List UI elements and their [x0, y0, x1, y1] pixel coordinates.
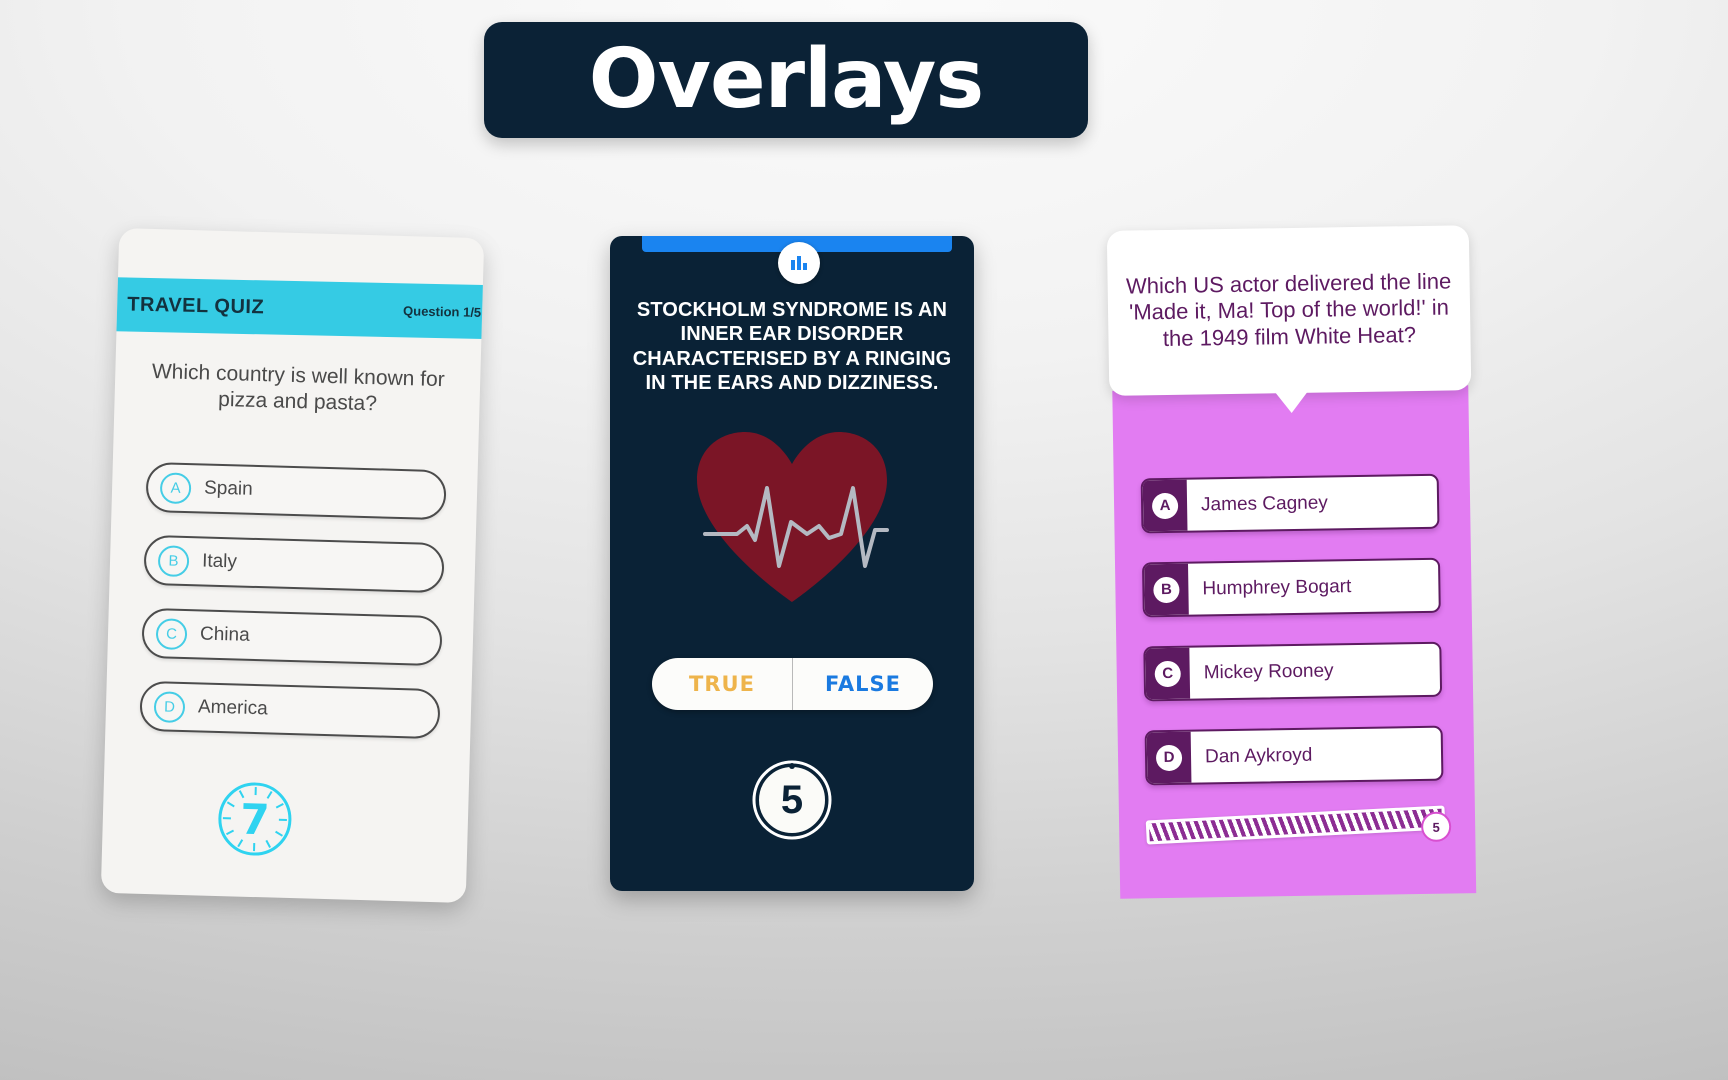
option-letter-b: B	[1153, 576, 1180, 603]
quiz-question-text: Which country is well known for pizza an…	[151, 360, 446, 416]
option-label-d: America	[197, 696, 268, 720]
countdown-value: 5	[780, 777, 804, 822]
actor-answer-option-c[interactable]: C Mickey Rooney	[1143, 641, 1443, 702]
actor-quiz-card: Which US actor delivered the line 'Made …	[1106, 225, 1479, 899]
answer-option-d[interactable]: D America	[139, 680, 441, 740]
option-letter-badge-c: C	[155, 617, 188, 650]
option-label-d: Dan Aykroyd	[1204, 744, 1313, 767]
option-letter-badge-a: A	[159, 471, 192, 504]
question-bubble: Which US actor delivered the line 'Made …	[1106, 225, 1472, 396]
question-counter: Question 1/5	[402, 302, 482, 320]
actor-answer-option-b[interactable]: B Humphrey Bogart	[1141, 557, 1441, 618]
option-letter-badge-b: B	[1144, 563, 1189, 616]
actor-answer-option-a[interactable]: A James Cagney	[1140, 473, 1440, 534]
false-button[interactable]: FALSE	[792, 658, 933, 710]
option-label-b: Humphrey Bogart	[1202, 575, 1352, 599]
countdown-clock-icon: 7	[215, 779, 295, 859]
option-label-a: James Cagney	[1200, 491, 1328, 515]
page-title-banner: Overlays	[484, 22, 1088, 138]
option-letter-badge-a: A	[1142, 479, 1188, 532]
true-button[interactable]: TRUE	[652, 658, 792, 710]
actor-answer-options-list: A James Cagney B Humphrey Bogart C Micke…	[1140, 473, 1444, 815]
travel-quiz-header: TRAVEL QUIZ Question 1/5	[110, 277, 485, 340]
answer-options-list: A Spain B Italy C China D America	[139, 461, 447, 762]
actor-question-text: Which US actor delivered the line 'Made …	[1125, 268, 1452, 351]
quiz-title: TRAVEL QUIZ	[127, 293, 265, 318]
option-letter-badge-b: B	[157, 544, 190, 577]
heart-ekg-icon	[689, 426, 895, 606]
page-title: Overlays	[588, 32, 984, 127]
countdown-value: 7	[239, 794, 271, 844]
question-bubble-tail	[1274, 390, 1309, 414]
countdown-timer-circle: 5	[751, 759, 833, 841]
option-letter-a: A	[1151, 492, 1179, 519]
answer-option-b[interactable]: B Italy	[143, 534, 445, 594]
option-label-c: Mickey Rooney	[1203, 659, 1334, 683]
answer-option-a[interactable]: A Spain	[145, 461, 447, 521]
option-label-a: Spain	[203, 477, 254, 500]
option-letter-c: C	[1154, 660, 1181, 687]
true-false-card: STOCKHOLM SYNDROME IS AN INNER EAR DISOR…	[610, 236, 974, 891]
option-label-b: Italy	[201, 550, 238, 573]
true-false-button-group: TRUE FALSE	[652, 658, 933, 710]
option-letter-badge-d: D	[1146, 731, 1192, 784]
answer-option-c[interactable]: C China	[141, 607, 443, 667]
statement-text: STOCKHOLM SYNDROME IS AN INNER EAR DISOR…	[632, 299, 952, 395]
actor-answer-option-d[interactable]: D Dan Aykroyd	[1144, 725, 1444, 786]
option-letter-badge-d: D	[153, 690, 186, 723]
option-letter-d: D	[1155, 744, 1183, 771]
bar-chart-icon	[778, 242, 820, 284]
travel-quiz-card: TRAVEL QUIZ Question 1/5 Which country i…	[100, 228, 485, 903]
option-label-c: China	[199, 623, 250, 646]
option-letter-badge-c: C	[1145, 647, 1191, 700]
